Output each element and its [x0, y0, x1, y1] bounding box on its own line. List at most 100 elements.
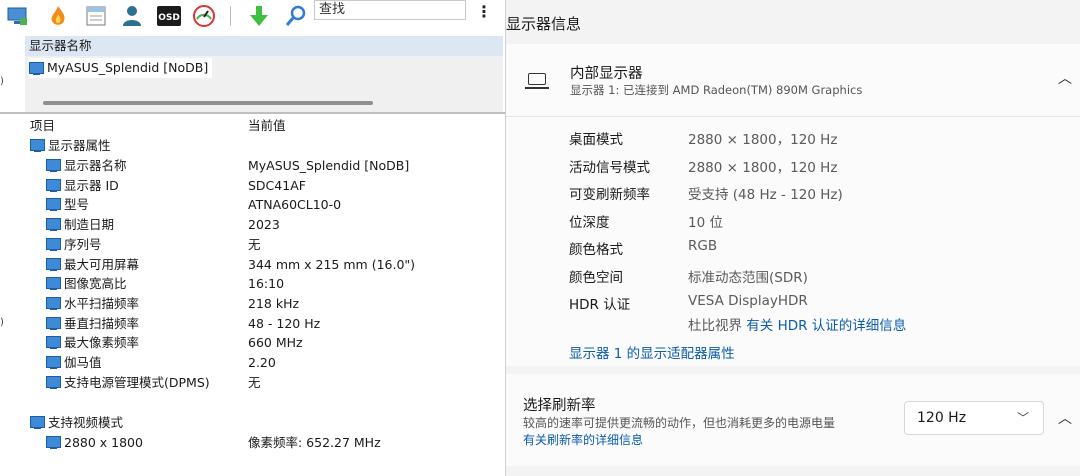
display-icon[interactable]: [6, 4, 30, 28]
splitter[interactable]: [0, 112, 505, 114]
row-value: MyASUS_Splendid [NoDB]: [248, 158, 410, 173]
table-row[interactable]: 图像宽高比 16:10: [46, 274, 505, 294]
download-arrow-icon[interactable]: [247, 4, 271, 28]
info-value: 标准动态范围(SDR): [688, 269, 808, 286]
row-label: 图像宽高比: [64, 276, 127, 292]
monitor-icon: [46, 237, 61, 251]
refresh-rate-dropdown[interactable]: 120 Hz ﹀: [904, 401, 1044, 435]
table-row[interactable]: 2880 x 1800 像素频率: 652.27 MHz: [46, 433, 505, 453]
refresh-rate-card: 选择刷新率 较高的速率可提供更流畅的动作，但也消耗更多的电源电量 有关刷新率的详…: [506, 374, 1080, 466]
edge-text: ): [0, 317, 4, 328]
column-header-item[interactable]: 项目: [30, 116, 55, 136]
row-value: 218 kHz: [248, 295, 300, 311]
info-key: 位深度: [569, 214, 610, 231]
info-key: 桌面模式: [569, 132, 623, 148]
info-value: 10 位: [688, 214, 723, 231]
table-row[interactable]: 最大可用屏幕 344 mm x 215 mm (16.0"): [46, 255, 505, 275]
column-header-value[interactable]: 当前值: [248, 116, 286, 136]
row-label: 型号: [64, 197, 90, 213]
row-label: 最大可用屏幕: [64, 256, 140, 272]
hdr-info-link[interactable]: 有关 HDR 认证的详细信息: [746, 318, 906, 334]
osd-icon[interactable]: OSD: [157, 4, 181, 28]
table-row[interactable]: 序列号 无: [46, 235, 505, 255]
row-label: 序列号: [64, 236, 102, 252]
device-list-header[interactable]: 显示器名称: [25, 36, 503, 56]
search-input[interactable]: 查找: [314, 0, 466, 20]
horizontal-scrollbar[interactable]: [43, 101, 373, 105]
laptop-icon-base: [525, 87, 549, 89]
monitor-icon: [46, 336, 61, 350]
more-options-icon[interactable]: ⋮: [476, 2, 492, 21]
info-key: HDR 认证: [569, 297, 631, 313]
row-label: 最大像素频率: [64, 335, 140, 351]
chevron-up-icon[interactable]: ︿: [1058, 68, 1072, 88]
table-row[interactable]: 水平扫描频率 218 kHz: [46, 294, 505, 314]
row-label: 伽马值: [64, 355, 102, 370]
monitor-icon: [46, 436, 61, 449]
monitor-icon: [46, 257, 61, 271]
row-value: 48 - 120 Hz: [248, 315, 321, 331]
row-value: SDC41AF: [248, 177, 306, 193]
monitor-icon: [29, 62, 44, 75]
monitor-icon: [46, 296, 61, 310]
edge-text: ): [0, 76, 4, 87]
toolbar-divider: [230, 6, 231, 26]
row-label: 支持电源管理模式(DPMS): [64, 374, 210, 390]
table-row[interactable]: 显示器名称 MyASUS_Splendid [NoDB]: [46, 156, 505, 176]
monitor-icon: [46, 198, 61, 212]
group-display-properties: 显示器属性: [30, 136, 111, 156]
info-value: 2880 × 1800，120 Hz: [688, 132, 838, 148]
device-name: MyASUS_Splendid [NoDB]: [47, 60, 209, 75]
row-label: 垂直扫描频率: [64, 315, 140, 331]
flame-icon[interactable]: [46, 4, 70, 28]
search-icon[interactable]: [284, 4, 308, 28]
table-row[interactable]: 垂直扫描频率 48 - 120 Hz: [46, 314, 505, 334]
refresh-rate-title: 选择刷新率: [523, 398, 596, 414]
table-row[interactable]: 最大像素频率 660 MHz: [46, 333, 505, 353]
table-row[interactable]: 制造日期 2023: [46, 215, 505, 235]
section-title: 显示器信息: [506, 15, 582, 33]
chevron-up-icon[interactable]: ︿: [1058, 408, 1072, 428]
gauge-icon[interactable]: [192, 4, 216, 28]
row-label: 制造日期: [64, 217, 115, 233]
adapter-properties-link[interactable]: 显示器 1 的显示适配器属性: [569, 342, 735, 362]
row-label: 显示器 ID: [64, 177, 119, 193]
monitor-icon: [46, 178, 61, 192]
refresh-rate-subtitle: 较高的速率可提供更流畅的动作，但也消耗更多的电源电量: [523, 416, 836, 430]
row-value: 2.20: [248, 355, 276, 370]
monitor-icon: [46, 375, 61, 389]
row-value: 像素频率: 652.27 MHz: [248, 435, 381, 450]
row-label: 水平扫描频率: [64, 295, 140, 311]
display-info-card: 内部显示器 显示器 1: 已连接到 AMD Radeon(TM) 890M Gr…: [506, 44, 1080, 366]
info-tool-pane: OSD 查找 ⋮ ) ) 显示器名称 MyASUS_Splendid [NoDB…: [0, 0, 506, 476]
monitor-icon: [30, 416, 45, 429]
info-value: VESA DisplayHDR: [688, 293, 808, 309]
display-card-header[interactable]: 内部显示器 显示器 1: 已连接到 AMD Radeon(TM) 890M Gr…: [506, 44, 1080, 117]
table-row[interactable]: 支持电源管理模式(DPMS) 无: [46, 373, 505, 393]
info-key: 颜色空间: [569, 269, 623, 286]
row-value: 16:10: [248, 276, 285, 292]
table-row[interactable]: 显示器 ID SDC41AF: [46, 176, 505, 196]
settings-pane: 显示器信息 内部显示器 显示器 1: 已连接到 AMD Radeon(TM) 8…: [506, 0, 1080, 476]
table-row[interactable]: 型号 ATNA60CL10-0: [46, 195, 505, 215]
monitor-icon: [46, 159, 61, 172]
row-value: 344 mm x 215 mm (16.0"): [248, 256, 416, 272]
chevron-down-icon: ﹀: [1016, 411, 1029, 425]
refresh-rate-info-link[interactable]: 有关刷新率的详细信息: [523, 431, 643, 448]
dolby-text: 杜比视界: [688, 318, 742, 334]
info-key: 活动信号模式: [569, 159, 650, 176]
user-icon[interactable]: [120, 4, 144, 28]
monitor-icon: [46, 277, 61, 291]
device-list-item[interactable]: MyASUS_Splendid [NoDB]: [29, 58, 213, 78]
info-key: 可变刷新频率: [569, 187, 650, 203]
info-value: RGB: [688, 238, 718, 254]
row-value: 2023: [248, 217, 280, 233]
toolbar: OSD 查找 ⋮: [0, 0, 505, 36]
row-value: 660 MHz: [248, 335, 303, 351]
group-label: 显示器属性: [48, 138, 111, 153]
table-row[interactable]: 伽马值 2.20: [46, 353, 505, 373]
monitor-icon: [46, 218, 61, 232]
laptop-icon: [528, 73, 546, 85]
calendar-icon[interactable]: [84, 4, 108, 28]
monitor-icon: [46, 316, 61, 330]
